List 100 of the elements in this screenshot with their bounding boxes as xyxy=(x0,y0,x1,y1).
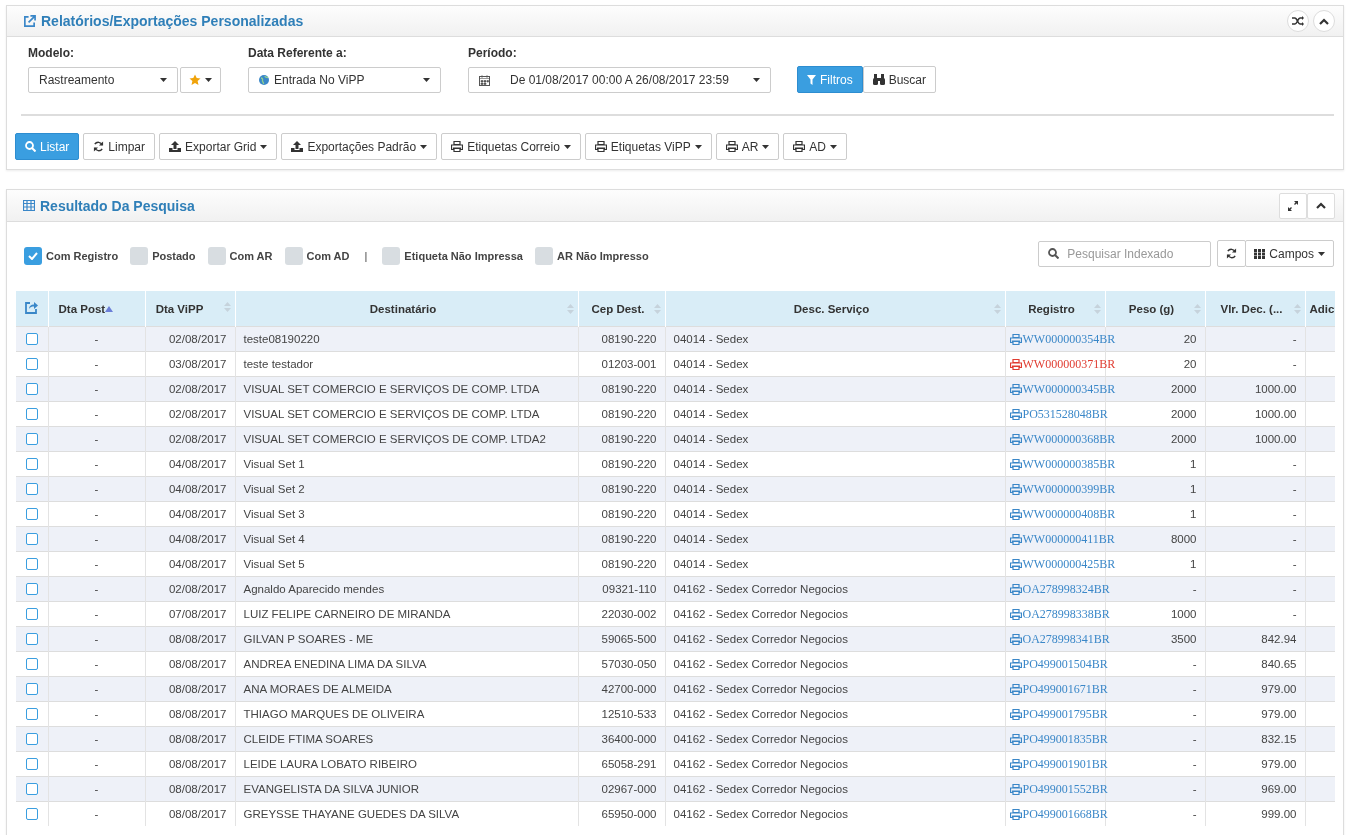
table-cell: 08/08/2017 xyxy=(168,658,227,670)
tracking-link[interactable]: PO499001668BR xyxy=(1009,806,1108,822)
toolbar-button[interactable]: Exportar Grid xyxy=(159,133,278,160)
printer-icon xyxy=(594,141,607,152)
favorites-button[interactable] xyxy=(180,67,221,93)
row-checkbox[interactable] xyxy=(25,758,38,771)
column-header[interactable]: Dta ViPP xyxy=(145,291,235,326)
tracking-link[interactable]: WW000000371BR xyxy=(1009,356,1116,372)
filter-checkbox[interactable] xyxy=(382,247,401,265)
date-reference-select[interactable]: Entrada No ViPP xyxy=(248,67,441,93)
tracking-link[interactable]: WW000000411BR xyxy=(1009,531,1115,547)
refresh-icon xyxy=(1226,248,1238,259)
row-checkbox[interactable] xyxy=(25,558,38,571)
tracking-link[interactable]: PO531528048BR xyxy=(1009,406,1108,422)
column-header[interactable]: Vlr. Dec. (... xyxy=(1205,291,1305,326)
tracking-link[interactable]: PO499001504BR xyxy=(1009,656,1108,672)
row-checkbox[interactable] xyxy=(25,683,38,696)
row-checkbox[interactable] xyxy=(25,733,38,746)
binoculars-icon xyxy=(872,74,885,85)
filter-checkbox[interactable] xyxy=(130,247,149,265)
tracking-link[interactable]: WW000000345BR xyxy=(1009,381,1116,397)
tracking-link[interactable]: WW000000408BR xyxy=(1009,506,1116,522)
tracking-link[interactable]: OA278998341BR xyxy=(1009,631,1110,647)
filters-button[interactable]: Filtros xyxy=(797,66,863,93)
tracking-link[interactable]: WW000000354BR xyxy=(1009,331,1116,347)
filter-checkbox[interactable] xyxy=(24,247,42,265)
collapse-button[interactable] xyxy=(1307,192,1335,219)
table-cell: 832.15 xyxy=(1261,733,1297,745)
table-cell: - xyxy=(94,558,99,570)
tracking-link[interactable]: WW000000368BR xyxy=(1009,431,1116,447)
row-checkbox[interactable] xyxy=(25,608,38,621)
row-checkbox[interactable] xyxy=(25,783,38,796)
toolbar-button[interactable]: AR xyxy=(715,133,780,160)
refresh-button[interactable] xyxy=(1217,240,1247,267)
model-select[interactable]: Rastreamento xyxy=(28,67,178,93)
tracking-link[interactable]: PO499001552BR xyxy=(1009,781,1108,797)
column-header[interactable]: Adic xyxy=(1305,291,1335,326)
printer-icon xyxy=(1009,708,1022,720)
printer-icon xyxy=(1009,608,1022,620)
column-header[interactable]: Desc. Serviço xyxy=(665,291,1005,326)
tracking-link[interactable]: PO499001795BR xyxy=(1009,706,1108,722)
printer-icon xyxy=(1009,783,1022,795)
table-cell: 04162 - Sedex Corredor Negocios xyxy=(673,583,849,595)
table-cell: 04162 - Sedex Corredor Negocios xyxy=(673,633,849,645)
filter-checkbox[interactable] xyxy=(284,247,303,265)
tracking-link[interactable]: PO499001671BR xyxy=(1009,681,1108,697)
tracking-link[interactable]: PO499001835BR xyxy=(1009,731,1108,747)
table-cell: - xyxy=(1292,558,1297,570)
search-icon xyxy=(25,141,36,152)
row-checkbox[interactable] xyxy=(25,483,38,496)
row-checkbox[interactable] xyxy=(25,633,38,646)
table-cell: - xyxy=(1192,683,1197,695)
column-header[interactable]: Cep Dest. xyxy=(578,291,665,326)
export-icon[interactable] xyxy=(25,301,39,314)
fields-button[interactable]: Campos xyxy=(1245,240,1334,267)
row-checkbox[interactable] xyxy=(25,808,38,821)
search-box[interactable]: Pesquisar Indexado xyxy=(1038,240,1212,267)
period-select[interactable]: De 01/08/2017 00:00 A 26/08/2017 23:59 xyxy=(468,67,771,93)
toolbar-button[interactable]: Listar xyxy=(15,133,80,160)
table-cell: 02/08/2017 xyxy=(168,383,227,395)
upload-icon xyxy=(291,141,304,152)
tracking-link[interactable]: OA278998324BR xyxy=(1009,581,1110,597)
search-button[interactable]: Buscar xyxy=(862,66,937,93)
row-checkbox[interactable] xyxy=(25,358,38,371)
column-header[interactable]: Destinatário xyxy=(235,291,578,326)
tracking-link[interactable]: WW000000425BR xyxy=(1009,556,1116,572)
filter-checkbox[interactable] xyxy=(534,247,553,265)
expand-button[interactable] xyxy=(1279,192,1307,219)
toolbar-button[interactable]: AD xyxy=(783,133,847,160)
toolbar-button[interactable]: Etiquetas ViPP xyxy=(584,133,712,160)
toolbar-button[interactable]: Etiquetas Correio xyxy=(441,133,581,160)
tracking-link[interactable]: WW000000385BR xyxy=(1009,456,1116,472)
collapse-button[interactable] xyxy=(1313,10,1335,32)
row-checkbox[interactable] xyxy=(25,333,38,346)
row-checkbox[interactable] xyxy=(25,433,38,446)
tracking-link[interactable]: PO499001901BR xyxy=(1009,756,1108,772)
table-cell: VISUAL SET COMERCIO E SERVIÇOS DE COMP. LTDA xyxy=(243,408,540,420)
printer-icon xyxy=(1009,433,1022,445)
toolbar-button[interactable]: Exportações Padrão xyxy=(281,133,438,160)
column-header[interactable]: Dta Post xyxy=(48,291,145,326)
row-checkbox[interactable] xyxy=(25,533,38,546)
shuffle-button[interactable] xyxy=(1287,10,1309,32)
column-header[interactable]: Registro xyxy=(1005,291,1105,326)
row-checkbox[interactable] xyxy=(25,658,38,671)
row-checkbox[interactable] xyxy=(25,458,38,471)
row-checkbox[interactable] xyxy=(25,508,38,521)
row-checkbox[interactable] xyxy=(25,383,38,396)
row-checkbox[interactable] xyxy=(25,708,38,721)
toolbar-button[interactable]: Limpar xyxy=(83,133,156,160)
table-cell: 2000 xyxy=(1170,383,1197,395)
table-cell: 04162 - Sedex Corredor Negocios xyxy=(673,733,849,745)
printer-icon xyxy=(1009,408,1022,420)
row-checkbox[interactable] xyxy=(25,583,38,596)
table-cell: - xyxy=(1192,733,1197,745)
tracking-link[interactable]: OA278998338BR xyxy=(1009,606,1110,622)
tracking-link[interactable]: WW000000399BR xyxy=(1009,481,1116,497)
row-checkbox[interactable] xyxy=(25,408,38,421)
table-cell: - xyxy=(94,383,99,395)
filter-checkbox[interactable] xyxy=(207,247,226,265)
column-header[interactable]: Peso (g) xyxy=(1105,291,1205,326)
